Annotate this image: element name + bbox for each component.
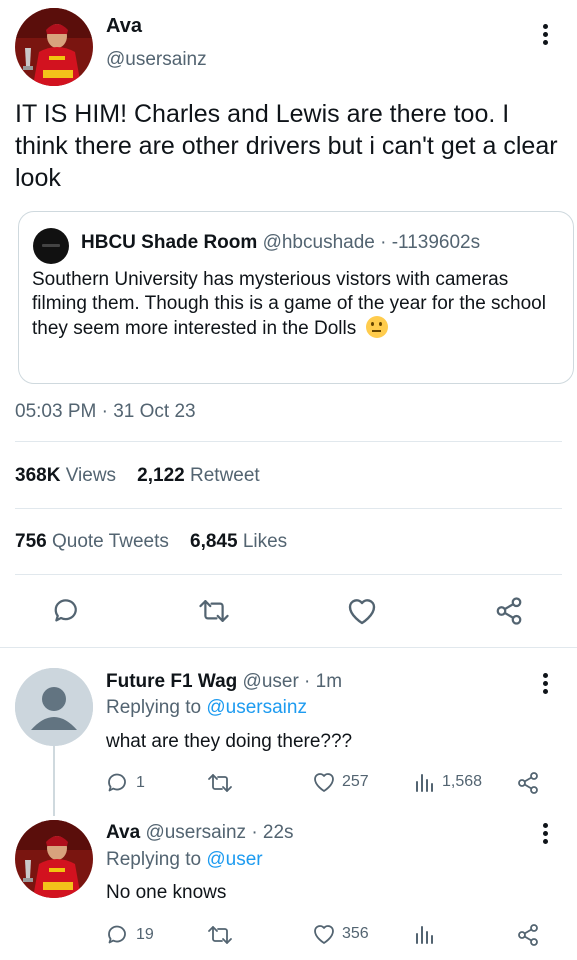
reply-text: what are they doing there???	[106, 731, 353, 752]
reply-retweet-button[interactable]	[207, 771, 239, 795]
quote-text-body: Southern University has mysterious visto…	[32, 269, 546, 339]
reply-like-button[interactable]: 356	[312, 923, 369, 945]
quote-header: HBCU Shade Room @hbcushade · -1139602s	[81, 232, 480, 254]
more-options-icon[interactable]	[535, 19, 555, 49]
replying-to-line: Replying to @usersainz	[106, 697, 307, 719]
retweets-count[interactable]: 2,122	[137, 465, 185, 486]
reply-views-button[interactable]	[414, 923, 442, 945]
author-avatar[interactable]	[15, 8, 93, 86]
reply-handle-time: @usersainz · 22s	[145, 822, 294, 843]
reply-view-count: 1,568	[442, 773, 483, 790]
tweet-timestamp[interactable]: 05:03 PM · 31 Oct 23	[15, 401, 196, 423]
thread-connector-line	[53, 746, 55, 816]
replying-to-handle[interactable]: @user	[206, 849, 262, 870]
quote-text: Southern University has mysterious visto…	[32, 268, 552, 341]
reply-comment-button[interactable]: 19	[106, 923, 154, 947]
heart-icon	[314, 773, 334, 792]
author-handle[interactable]: @usersainz	[106, 49, 207, 71]
views-chart-icon	[416, 926, 433, 944]
reply-comment-count: 19	[136, 926, 154, 943]
heart-icon	[314, 925, 334, 944]
retweet-icon	[208, 774, 232, 792]
retweet-icon[interactable]	[198, 596, 230, 626]
reply-like-button[interactable]: 257	[312, 771, 369, 793]
quote-author-avatar	[33, 228, 69, 264]
tweet-text: IT IS HIM! Charles and Lewis are there t…	[15, 100, 558, 192]
retweets-label[interactable]: Retweet	[190, 465, 260, 486]
views-count: 368K	[15, 465, 61, 486]
share-icon[interactable]	[494, 596, 524, 626]
replying-to-handle[interactable]: @usersainz	[206, 697, 307, 718]
divider	[0, 647, 577, 648]
quote-author-handle-time: @hbcushade · -1139602s	[262, 232, 481, 253]
more-options-icon[interactable]	[535, 668, 555, 698]
driver-photo-icon	[15, 8, 93, 86]
share-icon[interactable]	[516, 771, 540, 795]
reply-retweet-button[interactable]	[207, 923, 239, 947]
replying-to-prefix: Replying to	[106, 849, 202, 870]
reply-avatar-default[interactable]	[15, 668, 93, 746]
reply-author-name[interactable]: Future F1 Wag	[106, 671, 237, 692]
comment-icon	[108, 773, 126, 792]
replying-to-line: Replying to @user	[106, 849, 263, 871]
divider	[15, 508, 562, 509]
reply-author-avatar[interactable]	[15, 820, 93, 898]
quote-tweets-label[interactable]: Quote Tweets	[52, 531, 169, 552]
retweet-icon	[208, 926, 232, 944]
divider	[15, 441, 562, 442]
reply-text: No one knows	[106, 882, 227, 903]
reply-handle-time: @user · 1m	[242, 671, 343, 692]
comment-icon[interactable]	[52, 596, 82, 626]
share-icon[interactable]	[516, 923, 540, 947]
replying-to-prefix: Replying to	[106, 697, 202, 718]
author-name[interactable]: Ava	[106, 15, 142, 38]
comment-icon	[108, 925, 126, 944]
reply-header: Ava @usersainz · 22s	[106, 822, 294, 844]
likes-count[interactable]: 6,845	[190, 531, 238, 552]
reply-comment-button[interactable]: 1	[106, 771, 145, 795]
views-chart-icon	[416, 774, 433, 792]
reply-views-button[interactable]: 1,568	[414, 771, 482, 793]
views-label: Views	[65, 465, 117, 486]
likes-label[interactable]: Likes	[243, 531, 287, 552]
default-user-icon	[15, 668, 93, 746]
reply-author-name[interactable]: Ava	[106, 822, 140, 843]
stats-row-quotes-likes: 756 Quote Tweets 6,845 Likes	[15, 531, 287, 553]
driver-photo-icon	[15, 820, 93, 898]
divider	[15, 574, 562, 575]
reply-header: Future F1 Wag @user · 1m	[106, 671, 342, 693]
quoted-tweet-card[interactable]: HBCU Shade Room @hbcushade · -1139602s S…	[18, 211, 574, 384]
reply-like-count: 257	[342, 773, 369, 790]
more-options-icon[interactable]	[535, 818, 555, 848]
thinking-face-emoji-icon	[365, 316, 388, 338]
stats-row-views-retweets: 368K Views 2,122 Retweet	[15, 465, 260, 487]
quote-tweets-count[interactable]: 756	[15, 531, 47, 552]
quote-author-name: HBCU Shade Room	[81, 232, 258, 253]
reply-like-count: 356	[342, 925, 369, 942]
reply-comment-count: 1	[136, 774, 145, 791]
heart-icon[interactable]	[346, 596, 378, 626]
